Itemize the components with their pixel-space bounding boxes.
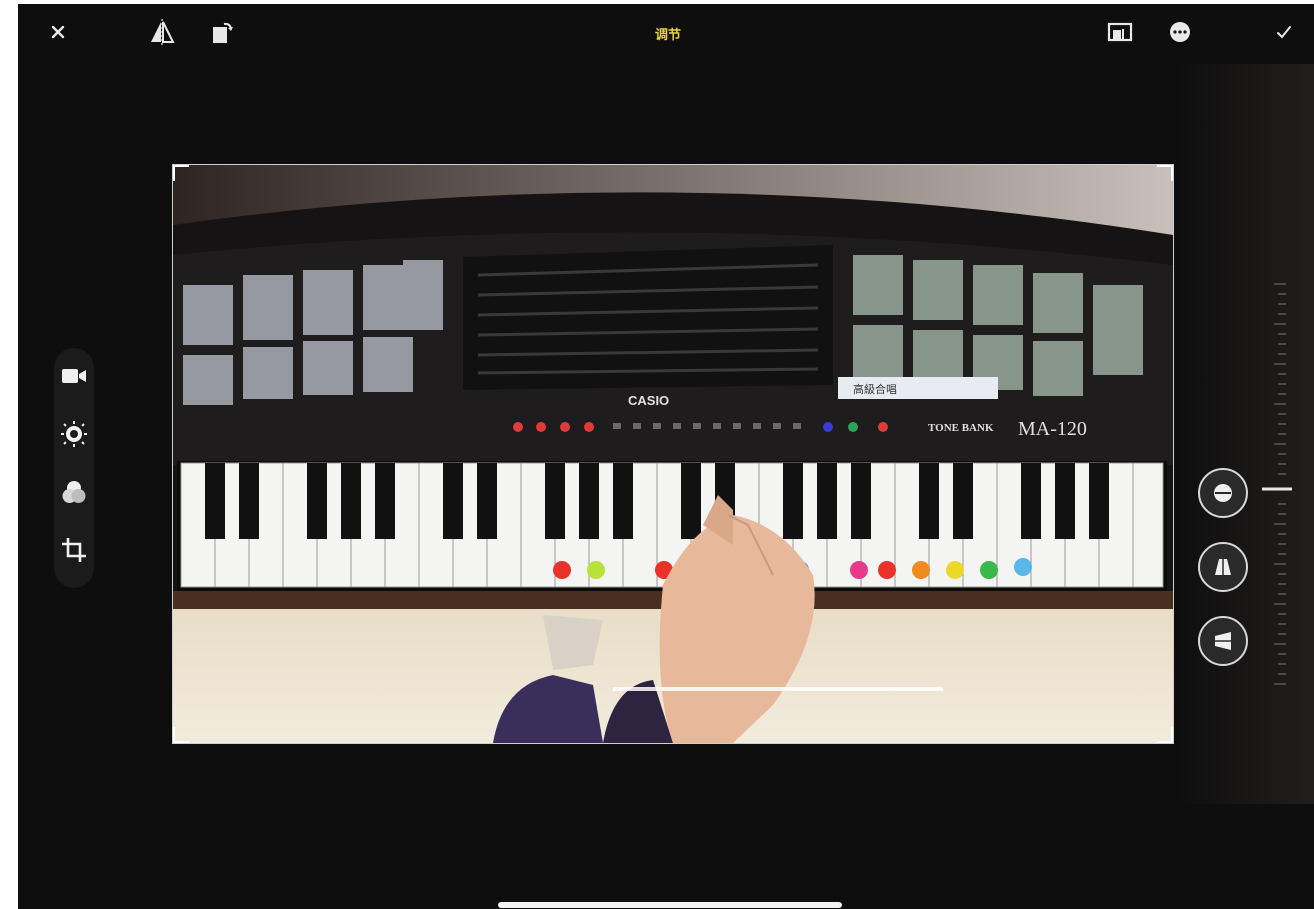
rotation-dial[interactable]: [1256, 274, 1306, 694]
straighten-icon[interactable]: [1198, 468, 1248, 518]
aspect-ratio-icon[interactable]: [1106, 18, 1134, 46]
display-text: 高級合唱: [853, 382, 897, 396]
more-icon[interactable]: [1166, 18, 1194, 46]
filters-icon[interactable]: [60, 478, 88, 506]
vertical-perspective-icon[interactable]: [1198, 542, 1248, 592]
crop-corner-bottom-left[interactable]: [173, 727, 189, 743]
crop-corner-top-left[interactable]: [173, 165, 189, 181]
edit-tools-panel: [54, 348, 94, 588]
model-text: MA-120: [1018, 418, 1087, 440]
close-icon[interactable]: [44, 18, 72, 46]
keyboard-photo: 高級合唱 CASIO TONE BANK MA-120: [173, 165, 1173, 743]
video-icon[interactable]: [60, 362, 88, 390]
photo-canvas[interactable]: 高級合唱 CASIO TONE BANK MA-120: [172, 164, 1174, 744]
home-indicator[interactable]: [498, 902, 842, 908]
checkmark-icon[interactable]: [1270, 18, 1298, 46]
horizontal-perspective-icon[interactable]: [1198, 616, 1248, 666]
flip-horizontal-icon[interactable]: [148, 18, 176, 46]
mode-label: 调节: [654, 27, 681, 42]
adjust-icon[interactable]: [60, 420, 88, 448]
crop-corner-bottom-right[interactable]: [1157, 727, 1173, 743]
top-toolbar: 调节: [18, 4, 1314, 64]
rotate-icon[interactable]: [208, 18, 236, 46]
crop-corner-top-right[interactable]: [1157, 165, 1173, 181]
brand-text: CASIO: [628, 393, 669, 408]
photo-editor-screen: 调节 高級合唱 CASIO TONE BANK MA-120: [18, 4, 1314, 909]
series-text: TONE BANK: [928, 422, 994, 434]
crop-icon[interactable]: [60, 536, 88, 564]
